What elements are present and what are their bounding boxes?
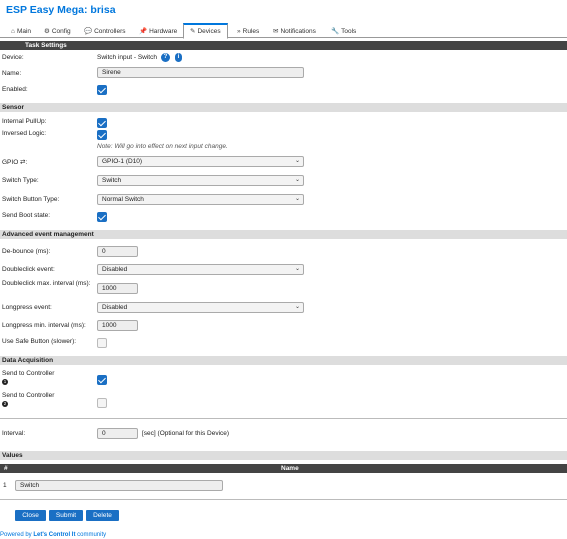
doubleclick-select-value: Disabled <box>102 266 128 273</box>
tab-tools-label: Tools <box>341 27 357 35</box>
interval-note: [sec] (Optional for this Device) <box>142 430 230 437</box>
col-num-header: # <box>4 465 8 472</box>
submit-button[interactable]: Submit <box>49 510 83 521</box>
value-row-num: 1 <box>3 482 7 489</box>
name-input[interactable]: Sirene <box>97 67 304 78</box>
number-1-icon: 1 <box>2 379 8 386</box>
tab-config[interactable]: ⚙ Config <box>44 24 71 38</box>
name-label: Name: <box>2 70 22 77</box>
switch-type-select[interactable]: Switch ⌄ <box>97 175 304 186</box>
footer: Powered by Let's Control It community <box>0 532 106 538</box>
inversed-logic-checkbox[interactable] <box>97 130 107 140</box>
safe-button-label: Use Safe Button (slower): <box>2 338 77 345</box>
chevron-down-icon: ⌄ <box>294 304 300 310</box>
debounce-input[interactable]: 0 <box>97 246 138 257</box>
switch-button-type-select-value: Normal Switch <box>102 196 144 203</box>
col-name-header: Name <box>281 465 299 472</box>
advanced-section-header: Advanced event management <box>0 230 567 239</box>
chevron-down-icon: ⌄ <box>294 266 300 272</box>
safe-button-checkbox[interactable] <box>97 338 107 348</box>
doubleclick-interval-label: Doubleclick max. interval (ms): <box>2 280 91 287</box>
number-2-icon: 2 <box>2 401 8 408</box>
close-button[interactable]: Close <box>15 510 46 521</box>
enabled-checkbox[interactable] <box>97 85 107 95</box>
device-value: Switch input - Switch <box>97 54 157 61</box>
tab-devices[interactable]: ✎ Devices <box>183 23 228 39</box>
footer-prefix: Powered by <box>0 532 34 538</box>
tab-rules[interactable]: » Rules <box>237 24 259 38</box>
longpress-label: Longpress event: <box>2 304 52 311</box>
send-controller-1-checkbox[interactable] <box>97 375 107 385</box>
gear-icon: ⚙ <box>44 27 50 35</box>
doubleclick-interval-input[interactable]: 1000 <box>97 283 138 294</box>
longpress-select-value: Disabled <box>102 304 128 311</box>
switch-button-type-label: Switch Button Type: <box>2 196 60 203</box>
send-boot-state-checkbox[interactable] <box>97 212 107 222</box>
enabled-label: Enabled: <box>2 86 28 93</box>
delete-button[interactable]: Delete <box>86 510 119 521</box>
internal-pullup-label: Internal PullUp: <box>2 118 47 125</box>
gpio-label: GPIO ⇄: <box>2 159 28 166</box>
envelope-icon: ✉ <box>273 27 279 35</box>
values-table-header: # Name <box>0 464 567 473</box>
send-controller-2-checkbox[interactable] <box>97 398 107 408</box>
send-controller-1-label: Send to Controller <box>2 370 55 377</box>
comment-icon: 💬 <box>84 27 93 35</box>
device-label: Device: <box>2 54 24 61</box>
gpio-select-value: GPIO-1 (D10) <box>102 158 143 165</box>
tab-notifications[interactable]: ✉ Notifications <box>273 24 316 38</box>
send-controller-2-label: Send to Controller <box>2 392 55 399</box>
help-icon[interactable]: ? <box>161 53 170 62</box>
footer-suffix: community <box>75 532 107 538</box>
controller-1-number: 1 <box>2 379 8 386</box>
data-acquisition-section-header: Data Acquisition <box>0 356 567 365</box>
gpio-select[interactable]: GPIO-1 (D10) ⌄ <box>97 156 304 167</box>
values-section-header: Values <box>0 451 567 460</box>
home-icon: ⌂ <box>11 27 15 35</box>
divider <box>0 499 567 500</box>
footer-brand-link[interactable]: Let's Control It <box>33 532 75 538</box>
doubleclick-select[interactable]: Disabled ⌄ <box>97 264 304 275</box>
switch-button-type-select[interactable]: Normal Switch ⌄ <box>97 194 304 205</box>
double-arrow-icon: » <box>237 27 241 35</box>
tab-controllers[interactable]: 💬 Controllers <box>84 24 126 38</box>
pencil-icon: ✎ <box>190 28 196 35</box>
inversed-logic-label: Inversed Logic: <box>2 130 47 137</box>
tab-main[interactable]: ⌂ Main <box>11 24 31 38</box>
pin-icon: 📌 <box>139 27 148 35</box>
chevron-down-icon: ⌄ <box>294 177 300 183</box>
switch-type-label: Switch Type: <box>2 177 39 184</box>
tab-hardware-label: Hardware <box>149 27 178 35</box>
tab-hardware[interactable]: 📌 Hardware <box>139 24 177 38</box>
switch-type-select-value: Switch <box>102 177 122 184</box>
interval-label: Interval: <box>2 430 26 437</box>
wrench-icon: 🔧 <box>331 27 340 35</box>
tab-rules-label: Rules <box>242 27 260 35</box>
chevron-down-icon: ⌄ <box>294 196 300 202</box>
tab-devices-label: Devices <box>197 28 221 35</box>
longpress-interval-input[interactable]: 1000 <box>97 320 138 331</box>
info-icon[interactable]: i <box>175 53 182 62</box>
interval-input[interactable]: 0 <box>97 428 138 439</box>
tab-config-label: Config <box>51 27 71 35</box>
sensor-section-header: Sensor <box>0 103 567 112</box>
tab-tools[interactable]: 🔧 Tools <box>331 24 356 38</box>
value-name-input[interactable]: Switch <box>15 480 223 491</box>
tab-notifications-label: Notifications <box>280 27 316 35</box>
tab-main-label: Main <box>16 27 32 35</box>
inversed-logic-note: Note: Will go into effect on next input … <box>97 143 228 150</box>
main-menu: ⌂ Main ⚙ Config 💬 Controllers 📌 Hardware… <box>0 22 567 39</box>
send-boot-state-label: Send Boot state: <box>2 212 51 219</box>
longpress-select[interactable]: Disabled ⌄ <box>97 302 304 313</box>
tab-controllers-label: Controllers <box>94 27 126 35</box>
app-title: ESP Easy Mega: brisa <box>6 4 116 16</box>
internal-pullup-checkbox[interactable] <box>97 118 107 128</box>
controller-2-number: 2 <box>2 401 8 408</box>
longpress-interval-label: Longpress min. interval (ms): <box>2 322 86 329</box>
debounce-label: De-bounce (ms): <box>2 248 51 255</box>
divider <box>0 418 567 419</box>
doubleclick-label: Doubleclick event: <box>2 266 55 273</box>
task-settings-header: Task Settings <box>0 41 567 50</box>
chevron-down-icon: ⌄ <box>294 158 300 164</box>
